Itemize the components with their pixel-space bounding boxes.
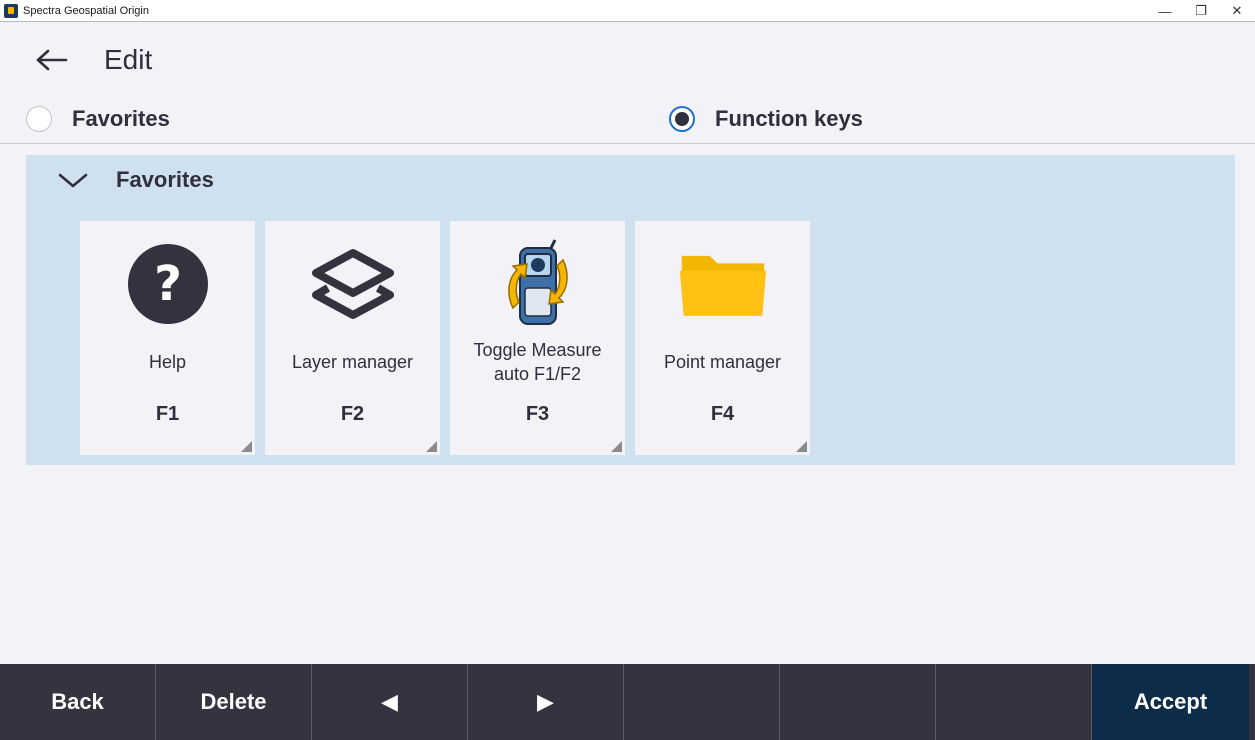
move-left-button[interactable]: ◀	[312, 664, 468, 740]
tile-key: F1	[155, 403, 180, 425]
tile-key: F2	[340, 403, 365, 425]
window-titlebar: Spectra Geospatial Origin — ❐ ✕	[0, 0, 1255, 22]
page-header: Edit	[36, 44, 152, 76]
corner-indicator-icon	[611, 441, 622, 452]
favorites-panel-header[interactable]: Favorites	[58, 167, 214, 193]
window-title: Spectra Geospatial Origin	[23, 4, 149, 17]
radio-button-checked[interactable]	[669, 106, 695, 132]
tile-label: Layer manager	[291, 352, 414, 372]
mode-selector: Favorites Function keys	[0, 98, 1255, 144]
empty-softkey-7	[936, 664, 1092, 740]
empty-softkey-5	[624, 664, 780, 740]
restore-button[interactable]: ❐	[1183, 0, 1219, 22]
move-right-button[interactable]: ▶	[468, 664, 624, 740]
tile-label: Toggle Measure auto F1/F2	[473, 340, 602, 384]
tile-point-manager[interactable]: Point manager F4	[635, 221, 810, 455]
layers-icon	[308, 239, 398, 329]
page-title: Edit	[104, 44, 153, 75]
tile-layer-manager[interactable]: Layer manager F2	[265, 221, 440, 455]
toggle-measure-icon	[493, 239, 583, 329]
folder-icon	[678, 239, 768, 329]
tile-key: F3	[525, 403, 550, 425]
chevron-down-icon	[58, 173, 88, 188]
delete-button[interactable]: Delete	[156, 664, 312, 740]
radio-button-unchecked[interactable]	[26, 106, 52, 132]
accept-button[interactable]: Accept	[1092, 664, 1249, 740]
app-logo-icon	[4, 3, 18, 18]
back-arrow-icon[interactable]	[36, 45, 72, 75]
svg-text:?: ?	[154, 256, 182, 312]
help-icon: ?	[123, 239, 213, 329]
tile-key: F4	[710, 403, 735, 425]
radio-favorites-label: Favorites	[72, 106, 170, 131]
back-button[interactable]: Back	[0, 664, 156, 740]
corner-indicator-icon	[241, 441, 252, 452]
tile-help[interactable]: ? Help F1	[80, 221, 255, 455]
close-button[interactable]: ✕	[1219, 0, 1255, 22]
tile-label: Point manager	[663, 352, 782, 372]
tile-label: Help	[148, 352, 187, 372]
softkey-bar: Back Delete ◀ ▶ Accept	[0, 664, 1255, 740]
radio-function-keys[interactable]: Function keys	[669, 106, 863, 132]
radio-function-keys-label: Function keys	[715, 106, 863, 131]
corner-indicator-icon	[796, 441, 807, 452]
corner-indicator-icon	[426, 441, 437, 452]
window-controls: — ❐ ✕	[1147, 0, 1255, 22]
empty-softkey-6	[780, 664, 936, 740]
favorites-panel: Favorites ? Help F1 Layer manager F2 Tog…	[26, 155, 1235, 465]
radio-favorites[interactable]: Favorites	[26, 106, 170, 132]
favorites-panel-title: Favorites	[116, 167, 214, 192]
function-key-tiles: ? Help F1 Layer manager F2 Toggle Measur…	[80, 221, 820, 455]
tile-toggle-measure[interactable]: Toggle Measure auto F1/F2 F3	[450, 221, 625, 455]
minimize-button[interactable]: —	[1147, 0, 1183, 22]
